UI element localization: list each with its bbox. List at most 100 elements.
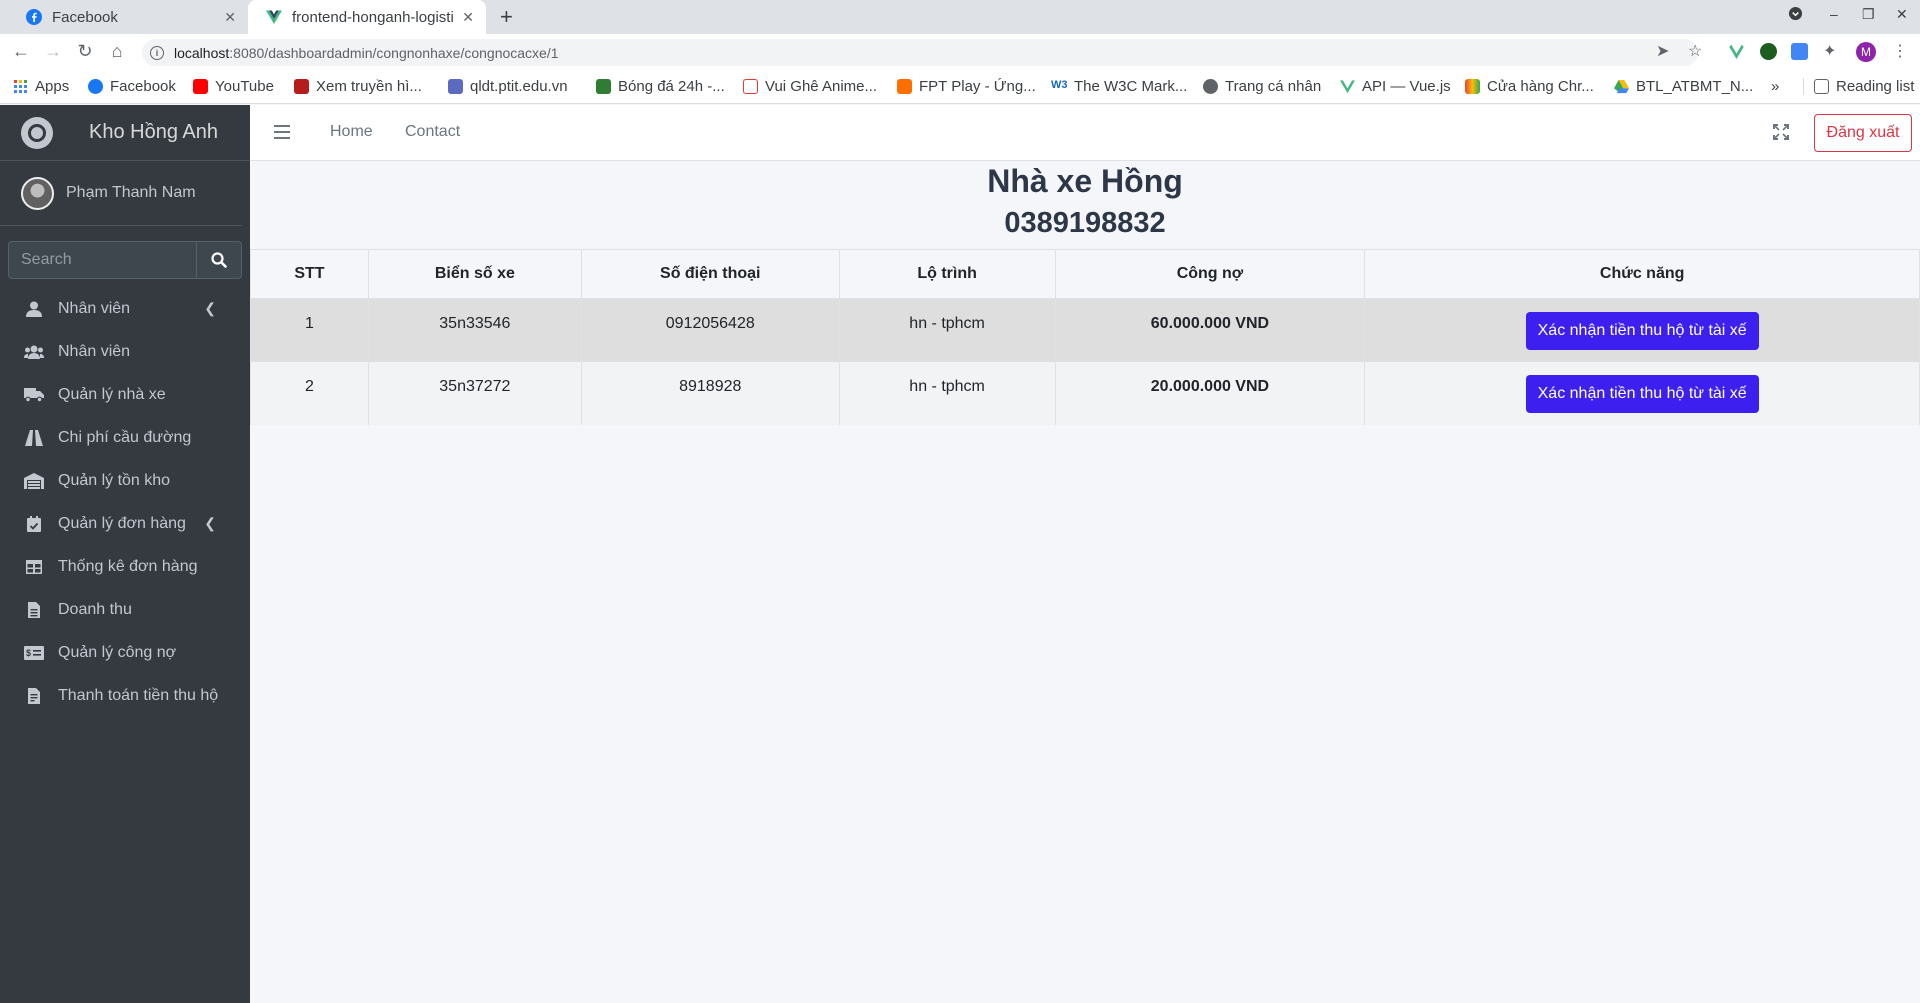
forward-icon[interactable]: → [42, 41, 64, 62]
home-icon[interactable]: ⌂ [106, 41, 128, 62]
nav-home-link[interactable]: Home [330, 123, 373, 141]
sidebar-item-thanh-toan-tien-thu-ho[interactable]: Thanh toán tiền thu hộ [0, 674, 250, 717]
nav-contact-link[interactable]: Contact [405, 123, 460, 141]
ptit-icon [448, 79, 463, 94]
more-bookmarks-button[interactable]: » [1771, 78, 1779, 95]
sidebar-item-label: Chi phí cầu đường [58, 428, 192, 446]
sidebar-item-label: Nhân viên [58, 342, 131, 360]
chrome-menu-icon[interactable]: ⋮ [1892, 41, 1908, 61]
bookmark-label: Apps [35, 78, 70, 95]
youtube-icon [193, 79, 208, 94]
user-panel[interactable]: Phạm Thanh Nam [0, 161, 242, 226]
tab-search-icon[interactable] [1788, 6, 1803, 24]
new-tab-button[interactable]: + [500, 4, 513, 30]
money-check-icon: $ [24, 645, 44, 660]
road-icon [24, 429, 44, 446]
sidebar-item-nhan-vien[interactable]: Nhân viên [0, 330, 250, 373]
site-info-icon[interactable]: i [150, 45, 164, 60]
sidebar-item-doanh-thu[interactable]: Doanh thu [0, 588, 250, 631]
tab-title: Facebook [52, 8, 118, 26]
search-icon [211, 252, 227, 268]
profile-avatar[interactable]: M [1856, 42, 1876, 62]
reading-list-button[interactable]: Reading list [1803, 78, 1914, 95]
reload-icon[interactable]: ↻ [74, 41, 96, 62]
webstore-icon [1465, 79, 1480, 94]
bookmark-apps[interactable]: Apps [13, 78, 69, 95]
page-title: Nhà xe Hồng [987, 163, 1183, 199]
bookmark-w3c[interactable]: W3 The W3C Mark... [1051, 78, 1187, 95]
bookmark-bong-da[interactable]: Bóng đá 24h -... [596, 78, 725, 95]
restore-icon[interactable]: ❐ [1862, 6, 1875, 23]
bookmark-fpt-play[interactable]: FPT Play - Ứng... [897, 78, 1036, 95]
bookmark-youtube[interactable]: YouTube [193, 78, 274, 95]
close-tab-icon[interactable]: ✕ [224, 9, 236, 26]
sidebar-item-quan-ly-cong-no[interactable]: $ Quản lý công nợ [0, 631, 250, 674]
confirm-collection-button[interactable]: Xác nhận tiền thu hộ từ tài xế [1525, 312, 1759, 350]
search-button[interactable] [196, 241, 242, 279]
tab-facebook[interactable]: Facebook ✕ [8, 0, 248, 34]
bookmark-qldt[interactable]: qldt.ptit.edu.vn [448, 78, 568, 95]
back-icon[interactable]: ← [10, 41, 32, 62]
extensions-puzzle-icon[interactable]: ✦ [1823, 41, 1836, 61]
bookmark-vui-ghe-anime[interactable]: Vui Ghê Anime... [743, 78, 877, 95]
tab-frontend[interactable]: frontend-honganh-logisti ✕ [248, 0, 486, 34]
minimize-icon[interactable]: – [1830, 6, 1838, 22]
fullscreen-icon[interactable] [1773, 124, 1789, 140]
facebook-icon [88, 79, 103, 94]
confirm-collection-button[interactable]: Xác nhận tiền thu hộ từ tài xế [1525, 375, 1759, 413]
sidebar-item-thong-ke-don-hang[interactable]: Thống kê đơn hàng [0, 545, 250, 588]
sidebar-item-quan-ly-nha-xe[interactable]: Quản lý nhà xe [0, 373, 250, 416]
bookmark-label: Cửa hàng Chr... [1487, 78, 1594, 95]
bookmark-xem-truyen-hinh[interactable]: Xem truyền hì... [294, 78, 422, 95]
apps-grid-icon [14, 80, 27, 93]
main-content: Nhà xe Hồng 0389198832 STT Biển số xe Số… [250, 161, 1920, 1003]
cell-plate: 35n33546 [367, 298, 582, 362]
sidebar-item-label: Doanh thu [58, 600, 132, 618]
chevron-left-icon: ❮ [204, 515, 216, 531]
table-icon [24, 559, 44, 574]
bookmark-chrome-store[interactable]: Cửa hàng Chr... [1465, 78, 1594, 95]
column-header-route: Lộ trình [838, 249, 1056, 299]
bookmark-facebook[interactable]: Facebook [88, 78, 176, 95]
bookmark-label: API — Vue.js [1362, 78, 1451, 95]
sidebar-item-quan-ly-ton-kho[interactable]: Quản lý tồn kho [0, 459, 250, 502]
brand-logo-icon [21, 116, 53, 149]
reading-list-icon [1814, 79, 1829, 94]
cell-stt: 1 [250, 298, 369, 362]
bookmark-vue-api[interactable]: API — Vue.js [1340, 78, 1451, 95]
sidebar-item-nhan-vien-group[interactable]: Nhân viên ❮ [0, 287, 250, 330]
cell-phone: 0912056428 [580, 298, 840, 362]
search-input[interactable] [8, 241, 196, 279]
star-icon[interactable]: ☆ [1688, 41, 1702, 61]
url-field[interactable]: i localhost:8080/dashboardadmin/congnonh… [142, 39, 1698, 66]
bookmark-label: Trang cá nhân [1225, 78, 1322, 95]
translate-icon[interactable] [1791, 43, 1808, 60]
close-window-icon[interactable]: ✕ [1896, 6, 1908, 23]
close-tab-icon[interactable]: ✕ [462, 9, 474, 26]
vue-devtools-icon[interactable] [1728, 43, 1745, 60]
bookmark-label: FPT Play - Ứng... [919, 78, 1036, 95]
bookmark-label: BTL_ATBMT_N... [1636, 78, 1754, 95]
calendar-check-icon [24, 515, 44, 532]
fpt-play-icon [897, 79, 912, 94]
hamburger-menu-icon[interactable] [274, 125, 290, 139]
page-phone: 0389198832 [1004, 207, 1166, 239]
cell-debt: 20.000.000 VND [1054, 361, 1366, 425]
sidebar-item-chi-phi-cau-duong[interactable]: Chi phí cầu đường [0, 416, 250, 459]
user-name: Phạm Thanh Nam [66, 184, 196, 201]
bookmark-trang-ca-nhan[interactable]: Trang cá nhân [1203, 78, 1321, 95]
logout-button[interactable]: Đăng xuất [1814, 114, 1912, 152]
extension-green-icon[interactable] [1760, 43, 1777, 60]
send-icon[interactable]: ➤ [1656, 41, 1669, 61]
sidebar-item-quan-ly-don-hang[interactable]: Quản lý đơn hàng ❮ [0, 502, 250, 545]
main-header: Home Contact Đăng xuất [250, 105, 1920, 161]
sidebar-item-label: Quản lý tồn kho [58, 471, 171, 489]
bookmark-btl-atbmt[interactable]: BTL_ATBMT_N... [1614, 78, 1753, 95]
cell-action: Xác nhận tiền thu hộ từ tài xế [1364, 298, 1920, 362]
warehouse-icon [24, 472, 44, 489]
vue-icon [1340, 80, 1355, 94]
sidebar-item-label: Quản lý công nợ [58, 643, 177, 661]
cell-route: hn - tphcm [838, 361, 1056, 425]
column-header-action: Chức năng [1364, 249, 1920, 299]
brand-link[interactable]: Kho Hồng Anh [0, 105, 250, 161]
